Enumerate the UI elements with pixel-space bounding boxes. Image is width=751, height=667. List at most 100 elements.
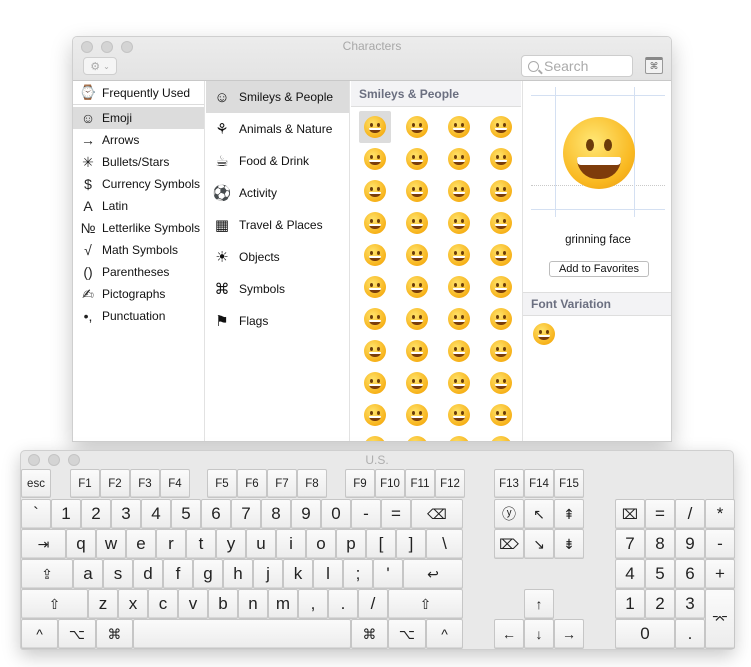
key-f7[interactable]: F7 <box>267 469 297 498</box>
key-9[interactable]: 9 <box>291 499 321 529</box>
emoji-slightly-frowning-face[interactable] <box>359 399 391 431</box>
emoji-worried-face[interactable] <box>443 367 475 399</box>
emoji-cowboy-hat-face[interactable] <box>401 335 433 367</box>
key-f12[interactable]: F12 <box>435 469 465 498</box>
key-l[interactable]: l <box>313 559 343 589</box>
emoji-slightly-smiling-face[interactable] <box>485 175 517 207</box>
keyboard-viewer-button[interactable]: ⌘ <box>645 57 663 74</box>
key-esc[interactable]: esc <box>21 469 51 498</box>
key-f[interactable]: f <box>163 559 193 589</box>
key-f8[interactable]: F8 <box>297 469 327 498</box>
right-bracket-key[interactable]: ] <box>396 529 426 559</box>
add-to-favorites-button[interactable]: Add to Favorites <box>549 261 649 277</box>
tab-key[interactable]: ⇥ <box>21 529 66 559</box>
period-key[interactable]: . <box>328 589 358 619</box>
page-up-key[interactable]: ⇞ <box>554 499 584 529</box>
key-f15[interactable]: F15 <box>554 469 584 498</box>
minus-key[interactable]: - <box>705 529 735 559</box>
key-f14[interactable]: F14 <box>524 469 554 498</box>
key-b[interactable]: b <box>208 589 238 619</box>
key-i[interactable]: i <box>276 529 306 559</box>
key-g[interactable]: g <box>193 559 223 589</box>
subcategory-food-drink[interactable]: ☕ Food & Drink <box>206 145 349 177</box>
emoji-kissing-face[interactable] <box>401 239 433 271</box>
left-bracket-key[interactable]: [ <box>366 529 396 559</box>
slash-key[interactable]: / <box>675 499 705 529</box>
emoji-face-savoring-food[interactable] <box>359 271 391 303</box>
category-currency-symbols[interactable]: $ Currency Symbols <box>73 173 204 195</box>
key-y[interactable]: y <box>216 529 246 559</box>
subcategory-activity[interactable]: ⚽ Activity <box>206 177 349 209</box>
comma-key[interactable]: , <box>298 589 328 619</box>
subcategory-objects[interactable]: ☀ Objects <box>206 241 349 273</box>
semicolon-key[interactable]: ; <box>343 559 373 589</box>
command-key[interactable]: ⌘ <box>351 619 388 649</box>
emoji-frowning-face[interactable] <box>401 399 433 431</box>
emoji-winking-face[interactable] <box>401 207 433 239</box>
category-punctuation[interactable]: •, Punctuation <box>73 305 204 327</box>
emoji-weary-face[interactable] <box>401 431 433 441</box>
emoji-pensive-face[interactable] <box>401 367 433 399</box>
shift-key[interactable]: ⇧ <box>21 589 88 619</box>
key-t[interactable]: t <box>186 529 216 559</box>
emoji-grinning-face-with-smiling-eyes[interactable] <box>443 111 475 143</box>
search-input[interactable] <box>544 58 624 74</box>
category-letterlike-symbols[interactable]: № Letterlike Symbols <box>73 217 204 239</box>
return-key[interactable]: ↩ <box>403 559 463 589</box>
key-v[interactable]: v <box>178 589 208 619</box>
emoji-smiling-face[interactable] <box>359 175 391 207</box>
minus-key[interactable]: - <box>351 499 381 529</box>
key-1[interactable]: 1 <box>51 499 81 529</box>
key-q[interactable]: q <box>66 529 96 559</box>
plus-key[interactable]: + <box>705 559 735 589</box>
key-f6[interactable]: F6 <box>237 469 267 498</box>
key-d[interactable]: d <box>133 559 163 589</box>
category-frequently-used[interactable]: ⌚ Frequently Used <box>73 81 204 105</box>
key-8[interactable]: 8 <box>261 499 291 529</box>
key-8[interactable]: 8 <box>645 529 675 559</box>
option-key[interactable]: ⌥ <box>388 619 426 649</box>
key-f9[interactable]: F9 <box>345 469 375 498</box>
key-f11[interactable]: F11 <box>405 469 435 498</box>
category-pictographs[interactable]: ✍ Pictographs <box>73 283 204 305</box>
emoji-kissing-face-with-closed-eyes[interactable] <box>485 239 517 271</box>
key-e[interactable]: e <box>126 529 156 559</box>
key-m[interactable]: m <box>268 589 298 619</box>
subcategory-animals-nature[interactable]: ⚘ Animals & Nature <box>206 113 349 145</box>
emoji-grinning-face[interactable] <box>359 111 391 143</box>
key-w[interactable]: w <box>96 529 126 559</box>
action-menu-button[interactable]: ⚙ ⌄ <box>83 57 117 75</box>
key-p[interactable]: p <box>336 529 366 559</box>
emoji-smiling-face-with-heart-eyes[interactable] <box>485 207 517 239</box>
emoji-unamused-face[interactable] <box>485 335 517 367</box>
category-latin[interactable]: A Latin <box>73 195 204 217</box>
key-u[interactable]: u <box>246 529 276 559</box>
category-bullets-stars[interactable]: ✳ Bullets/Stars <box>73 151 204 173</box>
key-2[interactable]: 2 <box>81 499 111 529</box>
emoji-upside-down-face[interactable] <box>359 207 391 239</box>
emoji-clown-face[interactable] <box>359 335 391 367</box>
key-2[interactable]: 2 <box>645 589 675 619</box>
emoji-winking-face-with-tongue[interactable] <box>401 271 433 303</box>
up-arrow-key[interactable]: ↑ <box>524 589 554 619</box>
clear-key[interactable]: ⌧ <box>615 499 645 529</box>
category-emoji[interactable]: ☺ Emoji <box>73 107 204 129</box>
key-o[interactable]: o <box>306 529 336 559</box>
key-f4[interactable]: F4 <box>160 469 190 498</box>
key-f10[interactable]: F10 <box>375 469 405 498</box>
left-arrow-key[interactable]: ← <box>494 619 524 649</box>
key-f5[interactable]: F5 <box>207 469 237 498</box>
option-key[interactable]: ⌥ <box>58 619 96 649</box>
slash-key[interactable]: / <box>358 589 388 619</box>
emoji-smiling-face-with-smiling-eyes[interactable] <box>401 175 433 207</box>
emoji-face-with-tongue[interactable] <box>485 271 517 303</box>
emoji-smirking-face[interactable] <box>443 335 475 367</box>
emoji-tired-face[interactable] <box>359 431 391 441</box>
key-3[interactable]: 3 <box>111 499 141 529</box>
down-arrow-key[interactable]: ↓ <box>524 619 554 649</box>
category-parentheses[interactable]: () Parentheses <box>73 261 204 283</box>
key-f2[interactable]: F2 <box>100 469 130 498</box>
home-key[interactable]: ↖ <box>524 499 554 529</box>
emoji-face-with-tears-of-joy[interactable] <box>443 143 475 175</box>
emoji-money-mouth-face[interactable] <box>359 303 391 335</box>
